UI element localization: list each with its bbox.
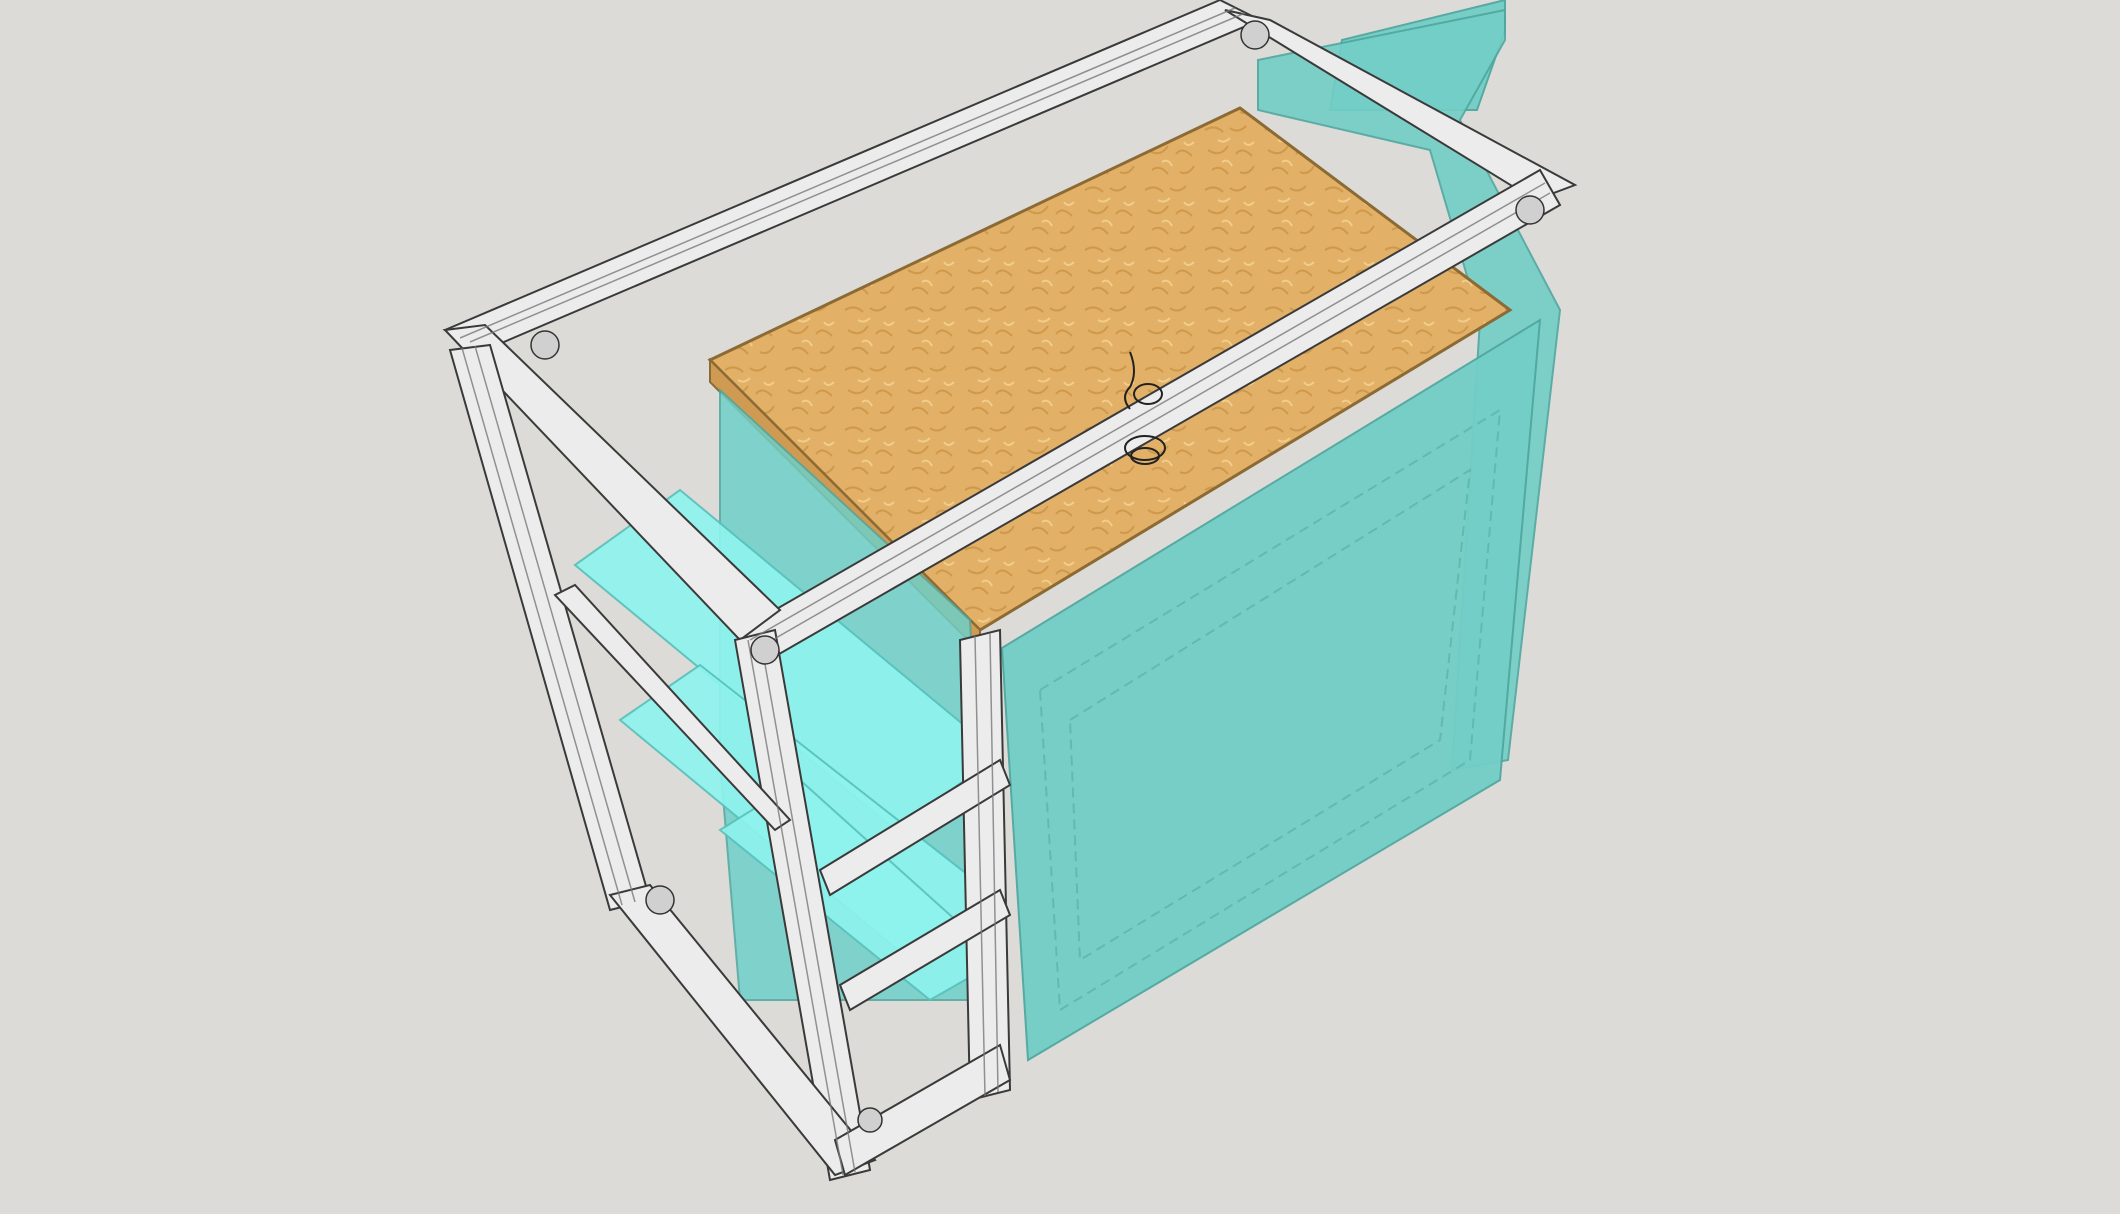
model-canvas[interactable] (0, 0, 2120, 1214)
frame-mid-post (958, 628, 1012, 1102)
3d-viewport[interactable] (0, 0, 2120, 1214)
